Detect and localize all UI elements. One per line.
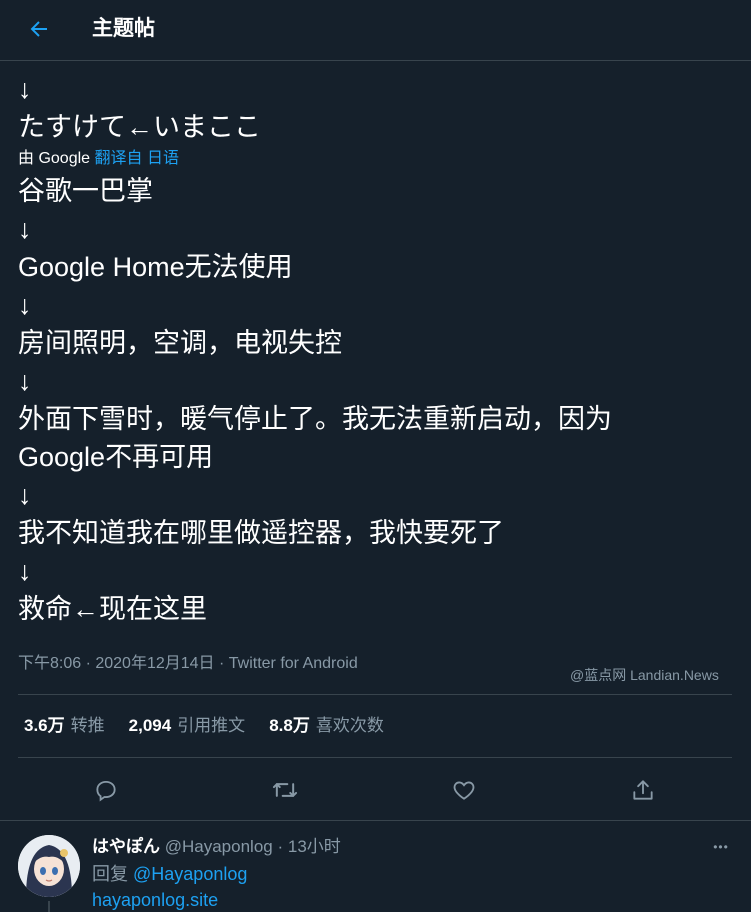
share-icon — [633, 780, 653, 800]
translated-line: 外面下雪时，暖气停止了。我无法重新启动，因为 — [18, 404, 612, 434]
translated-line: 房间照明，空调，电视失控 — [18, 328, 342, 358]
quotes-label: 引用推文 — [177, 716, 246, 735]
avatar-image — [18, 835, 80, 897]
translated-line: ↓ — [18, 214, 32, 244]
quotes-stat[interactable]: 2,094 引用推文 — [129, 713, 246, 739]
watermark: @蓝点网 Landian.News — [570, 667, 719, 683]
translation-attribution: 由 Google 翻译自 日语 — [18, 148, 738, 170]
action-bar — [18, 765, 732, 813]
quotes-count: 2,094 — [128, 716, 172, 735]
retweet-icon — [272, 783, 298, 797]
translated-line: Google不再可用 — [18, 442, 214, 472]
reply-to-prefix: 回复 — [92, 864, 128, 884]
back-button[interactable] — [22, 12, 56, 46]
like-button[interactable] — [447, 773, 481, 807]
reply-to-handle[interactable]: @Hayaponlog — [133, 864, 247, 884]
reply-button[interactable] — [89, 773, 123, 807]
share-button[interactable] — [626, 773, 660, 807]
back-arrow-icon — [30, 21, 47, 37]
more-dots-icon: ••• — [713, 840, 729, 854]
tweet-detail-page: 主题帖 ↓ たすけて←いまここ 由 Google 翻译自 日语 谷歌一巴掌 ↓ … — [0, 0, 751, 912]
reply-icon — [96, 780, 116, 802]
more-options-button[interactable]: ••• — [706, 835, 736, 859]
reply-author-name[interactable]: はやぽん — [92, 837, 160, 856]
separator-dot: · — [277, 837, 284, 856]
translation-source-link[interactable]: 翻译自 日语 — [95, 150, 179, 167]
translated-line: ↓ — [18, 290, 32, 320]
translated-line: 我不知道我在哪里做遥控器，我快要死了 — [18, 518, 504, 548]
reply-author-row: はやぽん @Hayaponlog · 13小时 — [92, 835, 341, 859]
page-title: 主题帖 — [92, 17, 155, 40]
tweet-body: ↓ たすけて←いまここ 由 Google 翻译自 日语 谷歌一巴掌 ↓ Goog… — [18, 70, 738, 628]
thread-line — [48, 901, 50, 912]
reply-time[interactable]: 13小时 — [288, 837, 341, 856]
tweet-timestamp[interactable]: 下午8:06 · 2020年12月14日 · Twitter for Andro… — [18, 652, 358, 676]
translated-line: Google Home无法使用 — [18, 252, 293, 282]
translated-line: ↓ — [18, 366, 32, 396]
likes-label: 喜欢次数 — [315, 716, 384, 735]
retweet-button[interactable] — [268, 773, 302, 807]
retweets-label: 转推 — [70, 716, 105, 735]
translated-line: 谷歌一巴掌 — [18, 176, 153, 206]
heart-icon — [453, 781, 475, 800]
translated-line: 救命←现在这里 — [18, 594, 207, 624]
reply-to-line: 回复 @Hayaponlog — [92, 862, 247, 886]
tweet-line: たすけて←いまここ — [18, 112, 261, 142]
header-bar: 主题帖 — [0, 0, 751, 61]
tweet-line: ↓ — [18, 74, 32, 104]
retweets-count: 3.6万 — [24, 716, 65, 735]
likes-count: 8.8万 — [269, 716, 310, 735]
translated-line: ↓ — [18, 480, 32, 510]
translation-by: 由 Google — [18, 150, 91, 167]
avatar[interactable] — [18, 835, 80, 897]
reply-author-handle[interactable]: @Hayaponlog — [165, 837, 273, 856]
retweets-stat[interactable]: 3.6万 转推 — [24, 713, 105, 739]
likes-stat[interactable]: 8.8万 喜欢次数 — [269, 713, 384, 739]
divider — [18, 757, 732, 758]
tweet-stats: 3.6万 转推 2,094 引用推文 8.8万 喜欢次数 — [24, 713, 384, 739]
divider — [18, 694, 732, 695]
translated-line: ↓ — [18, 556, 32, 586]
reply-tweet[interactable]: はやぽん @Hayaponlog · 13小时 ••• 回复 @Hayaponl… — [0, 820, 751, 912]
reply-link[interactable]: hayaponlog.site — [92, 888, 218, 912]
